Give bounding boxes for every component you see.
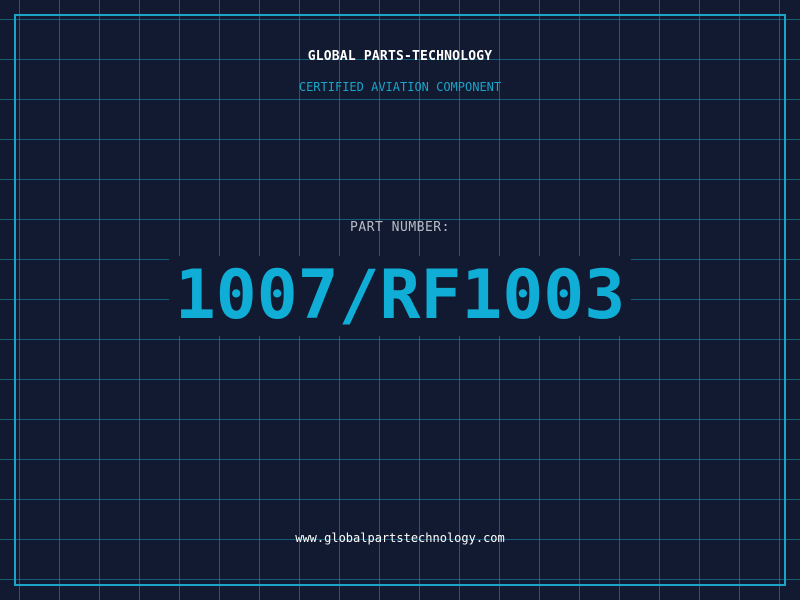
website-url: www.globalpartstechnology.com [295,531,505,545]
company-title: GLOBAL PARTS-TECHNOLOGY [307,49,493,64]
part-number-value: 1007/RF1003 [168,256,632,336]
certification-subtitle: CERTIFIED AVIATION COMPONENT [298,80,502,94]
part-number-label: PART NUMBER: [350,220,450,235]
part-number-container: 1007/RF1003 [0,256,800,336]
